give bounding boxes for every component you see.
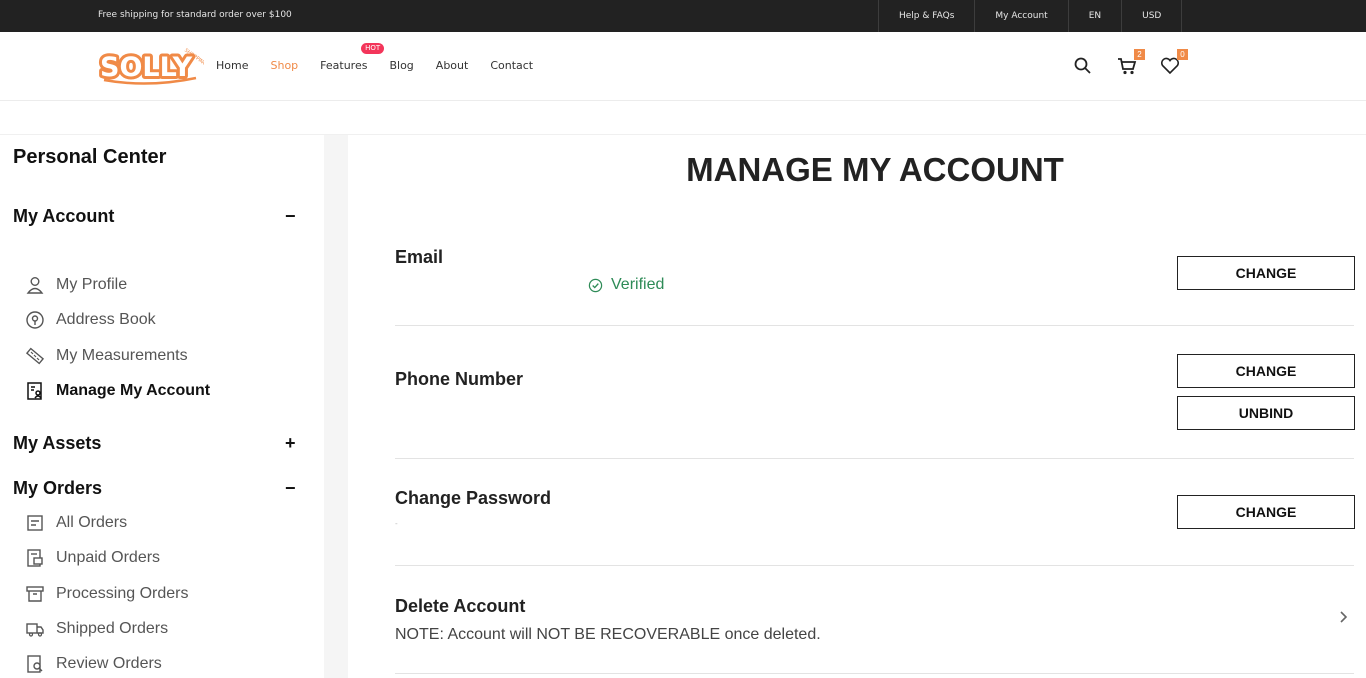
- nav-features-label: Features: [320, 59, 368, 72]
- check-circle-icon: [588, 278, 603, 292]
- divider: [395, 673, 1354, 674]
- verified-text: Verified: [611, 276, 665, 293]
- password-hint: -: [395, 519, 398, 528]
- top-links: Help & FAQs My Account EN USD: [878, 0, 1183, 32]
- sidebar-item-unpaid-orders[interactable]: Unpaid Orders: [25, 548, 160, 568]
- my-assets-section-title[interactable]: My Assets: [13, 433, 101, 454]
- nav-about[interactable]: About: [436, 59, 469, 72]
- sub-header-bar: [0, 101, 1366, 135]
- sidebar-item-address-book[interactable]: Address Book: [25, 310, 156, 330]
- sidebar-item-label: Shipped Orders: [56, 620, 169, 637]
- sidebar-item-label: Processing Orders: [56, 585, 189, 602]
- processing-icon: [26, 586, 44, 602]
- nav-shop[interactable]: Shop: [270, 59, 298, 72]
- sidebar-item-label: All Orders: [56, 514, 128, 531]
- unbind-phone-button[interactable]: UNBIND: [1177, 396, 1355, 430]
- chevron-right-icon[interactable]: [1338, 608, 1348, 629]
- location-pin-icon: [26, 311, 44, 329]
- help-faqs-link[interactable]: Help & FAQs: [879, 0, 976, 32]
- my-account-link[interactable]: My Account: [975, 0, 1069, 32]
- cart-count-badge: 2: [1134, 49, 1145, 60]
- change-password-label: Change Password: [395, 488, 552, 508]
- sidebar-item-label: My Profile: [56, 276, 128, 293]
- divider: [395, 325, 1354, 326]
- unpaid-icon: [27, 549, 43, 567]
- main-content: MANAGE MY ACCOUNT Email Verified CHANGE …: [348, 135, 1366, 678]
- ruler-icon: [25, 347, 45, 365]
- my-account-section-title[interactable]: My Account: [13, 206, 114, 227]
- sidebar-item-processing-orders[interactable]: Processing Orders: [25, 584, 189, 604]
- sidebar-item-my-profile[interactable]: My Profile: [25, 275, 127, 295]
- site-header: SOLLY SOLLY SHOPPING Home Shop HOT Featu…: [0, 32, 1366, 101]
- email-label: Email: [395, 247, 444, 267]
- svg-text:SOLLY: SOLLY: [100, 52, 193, 83]
- change-email-button[interactable]: CHANGE: [1177, 256, 1355, 290]
- my-orders-toggle[interactable]: −: [285, 478, 296, 499]
- orders-icon: [27, 515, 43, 531]
- truck-icon: [26, 623, 44, 637]
- top-bar: Free shipping for standard order over $1…: [0, 0, 1366, 32]
- email-verified-status: Verified: [588, 276, 664, 294]
- divider: [395, 565, 1354, 566]
- sidebar-item-label: Address Book: [56, 311, 156, 328]
- my-orders-section-title[interactable]: My Orders: [13, 478, 102, 499]
- sidebar-item-label: Manage My Account: [56, 382, 211, 399]
- change-phone-button[interactable]: CHANGE: [1177, 354, 1355, 388]
- nav-blog[interactable]: Blog: [389, 59, 413, 72]
- solly-logo[interactable]: SOLLY SOLLY SHOPPING: [98, 44, 204, 86]
- nav-contact[interactable]: Contact: [490, 59, 533, 72]
- phone-number-label: Phone Number: [395, 369, 524, 389]
- main-nav: Home Shop HOT Features Blog About Contac…: [216, 43, 555, 72]
- sidebar-item-label: Review Orders: [56, 655, 162, 672]
- nav-features[interactable]: HOT Features: [320, 43, 385, 72]
- wishlist-heart-icon[interactable]: 0: [1160, 49, 1188, 80]
- cart-icon[interactable]: 2: [1117, 49, 1145, 80]
- my-assets-toggle[interactable]: +: [285, 433, 296, 454]
- sidebar-item-review-orders[interactable]: Review Orders: [25, 654, 162, 674]
- review-icon: [27, 655, 43, 673]
- nav-home[interactable]: Home: [216, 59, 248, 72]
- delete-account-note: NOTE: Account will NOT BE RECOVERABLE on…: [395, 626, 821, 643]
- search-icon[interactable]: [1074, 57, 1092, 80]
- sidebar-item-shipped-orders[interactable]: Shipped Orders: [25, 619, 168, 639]
- page-title: MANAGE MY ACCOUNT: [686, 151, 1064, 188]
- hot-badge: HOT: [361, 43, 385, 54]
- sidebar: Personal Center My Account − My Profile …: [0, 135, 324, 678]
- user-icon: [26, 277, 44, 294]
- sidebar-item-label: Unpaid Orders: [56, 549, 161, 566]
- language-selector[interactable]: EN: [1069, 0, 1123, 32]
- account-settings-icon: [27, 382, 42, 400]
- my-account-toggle[interactable]: −: [285, 206, 296, 227]
- sidebar-item-all-orders[interactable]: All Orders: [25, 513, 127, 533]
- currency-selector[interactable]: USD: [1122, 0, 1183, 32]
- delete-account-label[interactable]: Delete Account: [395, 596, 525, 617]
- sidebar-gutter: [324, 135, 348, 678]
- divider: [395, 458, 1354, 459]
- sidebar-item-label: My Measurements: [56, 347, 188, 364]
- wishlist-count-badge: 0: [1177, 49, 1188, 60]
- personal-center-title: Personal Center: [13, 146, 167, 168]
- shipping-promo: Free shipping for standard order over $1…: [98, 10, 292, 20]
- change-password-button[interactable]: CHANGE: [1177, 495, 1355, 529]
- sidebar-item-manage-my-account[interactable]: Manage My Account: [25, 381, 210, 401]
- sidebar-item-my-measurements[interactable]: My Measurements: [25, 346, 188, 366]
